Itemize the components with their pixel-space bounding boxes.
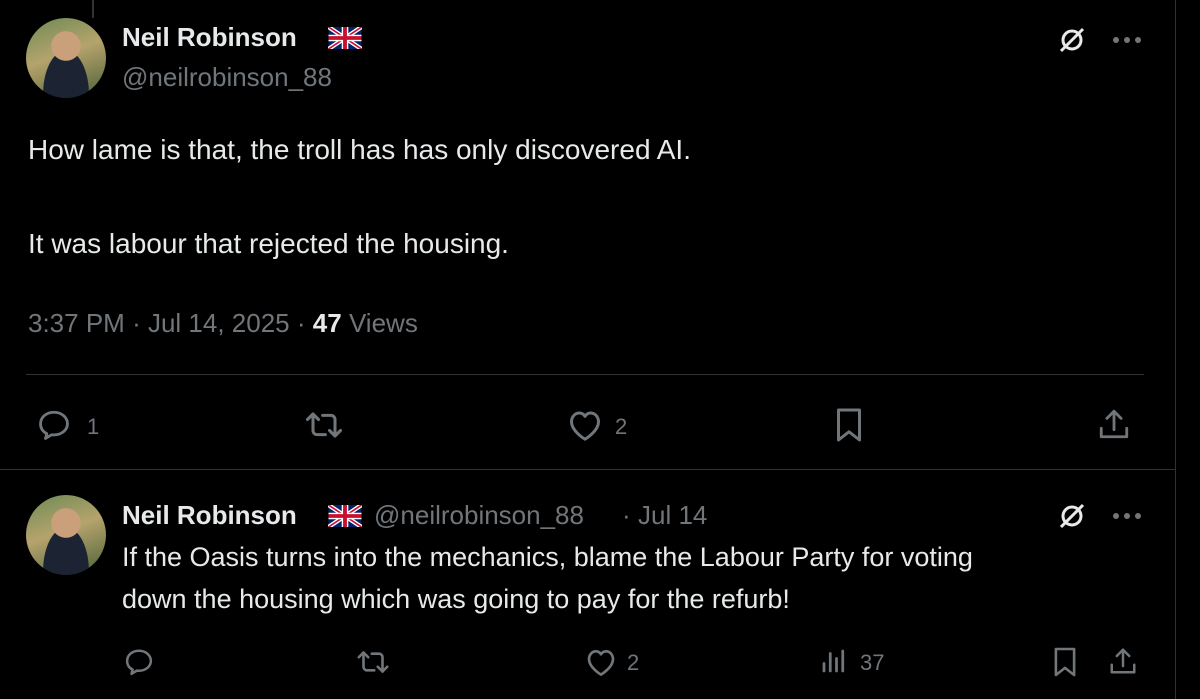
meta-separator: · — [132, 308, 141, 338]
right-column-border — [1175, 0, 1176, 699]
tweet-meta: 3:37 PM · Jul 14, 2025 · 47 Views — [28, 308, 418, 339]
tweet-date[interactable]: Jul 14 — [638, 500, 707, 531]
reply-icon[interactable] — [37, 408, 71, 442]
reply-icon[interactable] — [124, 647, 154, 677]
uk-flag-icon — [327, 503, 363, 529]
repost-icon[interactable] — [354, 647, 392, 677]
share-icon[interactable] — [1097, 406, 1131, 442]
bookmark-icon[interactable] — [1052, 646, 1078, 678]
bookmark-icon[interactable] — [834, 407, 864, 443]
author-handle[interactable]: @neilrobinson_88 — [122, 62, 332, 93]
views-count: 47 — [312, 308, 342, 338]
meta-separator: · — [296, 308, 306, 338]
uk-flag-icon — [327, 25, 363, 51]
tweet-time[interactable]: 3:37 PM — [28, 308, 125, 338]
avatar[interactable] — [26, 18, 106, 98]
author-handle[interactable]: @neilrobinson_88 — [374, 500, 584, 531]
tweet-date[interactable]: Jul 14, 2025 — [148, 308, 290, 338]
like-count: 2 — [627, 650, 640, 675]
views-icon[interactable] — [818, 646, 850, 676]
grok-icon[interactable] — [1056, 24, 1088, 56]
reply-count: 1 — [87, 414, 100, 439]
tweet-text-line: How lame is that, the troll has has only… — [28, 134, 691, 165]
avatar[interactable] — [26, 495, 106, 575]
views-label: Views — [348, 308, 418, 338]
grok-icon[interactable] — [1056, 500, 1088, 532]
divider — [26, 374, 1144, 375]
views-count: 37 — [860, 650, 885, 675]
more-icon[interactable] — [1112, 36, 1142, 44]
divider — [0, 469, 1176, 470]
tweet-text-line: It was labour that rejected the housing. — [28, 228, 509, 259]
meta-separator: · — [622, 500, 631, 530]
like-icon[interactable] — [567, 408, 603, 442]
like-icon[interactable] — [585, 647, 617, 677]
more-icon[interactable] — [1112, 512, 1142, 520]
share-icon[interactable] — [1108, 645, 1138, 677]
author-name[interactable]: Neil Robinson — [122, 22, 297, 53]
author-name[interactable]: Neil Robinson — [122, 500, 297, 531]
like-count: 2 — [615, 414, 628, 439]
top-left-border-tick — [92, 0, 94, 18]
repost-icon[interactable] — [302, 408, 346, 442]
tweet-text-line: If the Oasis turns into the mechanics, b… — [122, 542, 973, 572]
tweet-text-line: down the housing which was going to pay … — [122, 584, 790, 614]
